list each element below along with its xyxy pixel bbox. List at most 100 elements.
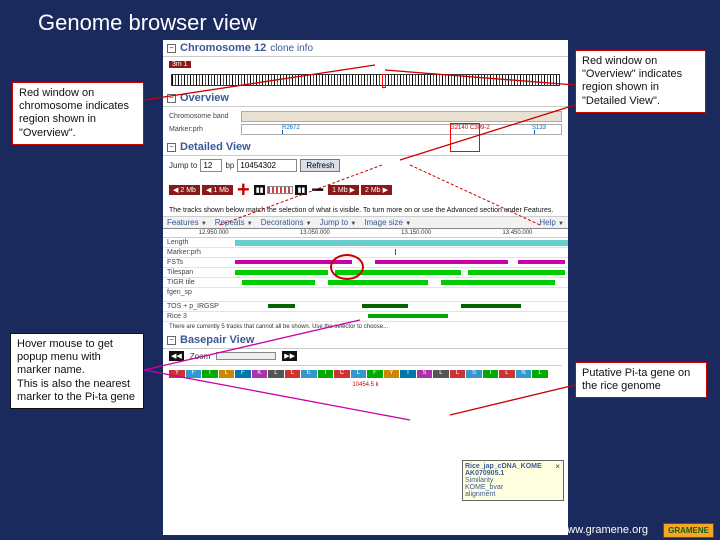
overview-red-window [450, 123, 480, 152]
basepair-residue: T [202, 370, 218, 378]
nav-left-1mb[interactable]: ◀ 1 Mb [202, 185, 233, 195]
chromosome-red-window [382, 74, 386, 88]
basepair-residue: Y [384, 370, 400, 378]
tooltip-link[interactable]: alignment [465, 491, 561, 498]
overview-band-track[interactable] [241, 111, 562, 122]
basepair-track[interactable]: 10454.5 k YFTLFKLLEICLFYISLLSILNL [169, 365, 562, 405]
track-label: Tilespan [163, 269, 235, 276]
basepair-residue: L [499, 370, 515, 378]
marker-tooltip[interactable]: Rice_jap_cDNA_KOME AK070905.1 Similarity… [462, 460, 564, 501]
zoom-slider[interactable] [267, 186, 293, 194]
basepair-residue: L [285, 370, 301, 378]
overview-header[interactable]: − Overview [163, 90, 568, 107]
chromosome-band[interactable] [171, 74, 560, 86]
zoom-out-icon[interactable]: − [309, 177, 326, 203]
tracks-footer: There are currently 5 tracks that cannot… [163, 322, 568, 332]
chromosome-title: Chromosome 12 [180, 42, 266, 54]
collapse-icon[interactable]: − [167, 44, 176, 53]
detailed-title: Detailed View [180, 141, 251, 153]
close-icon[interactable]: × [555, 462, 560, 471]
zoom-in-icon[interactable]: + [235, 177, 252, 203]
track-area[interactable] [235, 289, 568, 300]
jump-chr-input[interactable] [200, 159, 222, 172]
menu-imagesize[interactable]: Image size ▼ [364, 218, 411, 227]
track-label: Length [163, 239, 235, 246]
basepair-residue: F [186, 370, 202, 378]
collapse-icon[interactable]: − [167, 94, 176, 103]
overview-marker-track[interactable]: R2672 G2140 C309-2 S133 [241, 124, 562, 135]
track-area[interactable] [235, 259, 568, 266]
basepair-header[interactable]: − Basepair View [163, 332, 568, 349]
tooltip-link[interactable]: KOME_bvar [465, 484, 561, 491]
track-label: Rice 3 [163, 313, 235, 320]
tooltip-id: AK070905.1 [465, 470, 561, 477]
menu-help[interactable]: Help ▼ [539, 218, 564, 227]
footer-url: www.gramene.org [559, 524, 648, 536]
basepair-residue: Y [169, 370, 185, 378]
menu-jumpto[interactable]: Jump to ▼ [320, 218, 357, 227]
tooltip-title: Rice_jap_cDNA_KOME [465, 463, 561, 470]
overview-title: Overview [180, 92, 229, 104]
basepair-residue: S [417, 370, 433, 378]
overview-marker-label: Marker:prh [169, 126, 241, 133]
bp-zoom-slider[interactable] [216, 352, 276, 360]
overview-band-label: Chromosome band [169, 113, 241, 120]
jump-label: Jump to [169, 161, 197, 170]
basepair-residue: L [450, 370, 466, 378]
detailed-view-desc: The tracks shown below match the selecti… [163, 205, 568, 217]
track-area[interactable] [235, 303, 568, 310]
basepair-residue: E [301, 370, 317, 378]
track-label: fgen_sp [163, 289, 235, 300]
collapse-icon[interactable]: − [167, 336, 176, 345]
basepair-residue: F [367, 370, 383, 378]
menu-decorations[interactable]: Decorations ▼ [261, 218, 312, 227]
basepair-residue: C [334, 370, 350, 378]
basepair-title: Basepair View [180, 334, 254, 346]
jump-pos-input[interactable] [237, 159, 297, 172]
footer-logo: GRAMENE [663, 523, 714, 538]
menu-features[interactable]: Features ▼ [167, 218, 207, 227]
zoom-bar-icon[interactable]: ▮▮ [295, 185, 307, 195]
track-area[interactable] [235, 269, 568, 276]
zoom-bar-icon[interactable]: ▮▮ [254, 185, 266, 195]
basepair-residue: L [268, 370, 284, 378]
basepair-residue: N [516, 370, 532, 378]
nav-left-2mb[interactable]: ◀ 2 Mb [169, 185, 200, 195]
track-area[interactable] [235, 313, 568, 320]
track-area[interactable] [235, 249, 568, 256]
track-area[interactable] [235, 279, 568, 286]
coord-ruler: 12.950.00013.050.00013.150.00013.450.000 [163, 229, 568, 238]
clone-info-link[interactable]: clone info [270, 43, 313, 54]
track-label: FSTs [163, 259, 235, 266]
chromosome-header[interactable]: − Chromosome 12 clone info [163, 40, 568, 57]
track-label: Marker:prh [163, 249, 235, 256]
refresh-button[interactable]: Refresh [300, 159, 340, 172]
bp-zoom-left[interactable]: ◀◀ [169, 351, 184, 361]
track-area[interactable] [235, 239, 568, 246]
basepair-residue: S [466, 370, 482, 378]
detailed-menubar: Features ▼ Repeats ▼ Decorations ▼ Jump … [163, 217, 568, 229]
basepair-residue: L [219, 370, 235, 378]
basepair-residue: L [351, 370, 367, 378]
nav-right-2mb[interactable]: 2 Mb ▶ [361, 185, 392, 195]
track-label: TIGR tile [163, 279, 235, 286]
basepair-coord: 10454.5 k [169, 382, 562, 388]
annotation-overview-window: Red window on "Overview" indicates regio… [575, 50, 706, 113]
marker-label[interactable]: R2672 [282, 125, 300, 131]
bp-zoom-right[interactable]: ▶▶ [282, 351, 297, 361]
track-label: TOS + p_IRGSP [163, 303, 235, 310]
menu-repeats[interactable]: Repeats ▼ [215, 218, 253, 227]
basepair-residue: I [483, 370, 499, 378]
slide-title: Genome browser view [38, 10, 257, 36]
detailed-header[interactable]: − Detailed View [163, 139, 568, 156]
nav-right-1mb[interactable]: 1 Mb ▶ [328, 185, 359, 195]
tooltip-link[interactable]: Similarity [465, 477, 561, 484]
annotation-chromosome-window: Red window on chromosome indicates regio… [12, 82, 144, 145]
collapse-icon[interactable]: − [167, 143, 176, 152]
annotation-pita-gene: Putative Pi-ta gene on the rice genome [575, 362, 707, 398]
basepair-residue: L [532, 370, 548, 378]
basepair-residue: K [252, 370, 268, 378]
genome-browser-panel: − Chromosome 12 clone info 3m 1 − Overvi… [163, 40, 568, 535]
zoom-highlight-circle [330, 254, 364, 280]
chromosome-scale: 3m 1 [169, 61, 191, 68]
